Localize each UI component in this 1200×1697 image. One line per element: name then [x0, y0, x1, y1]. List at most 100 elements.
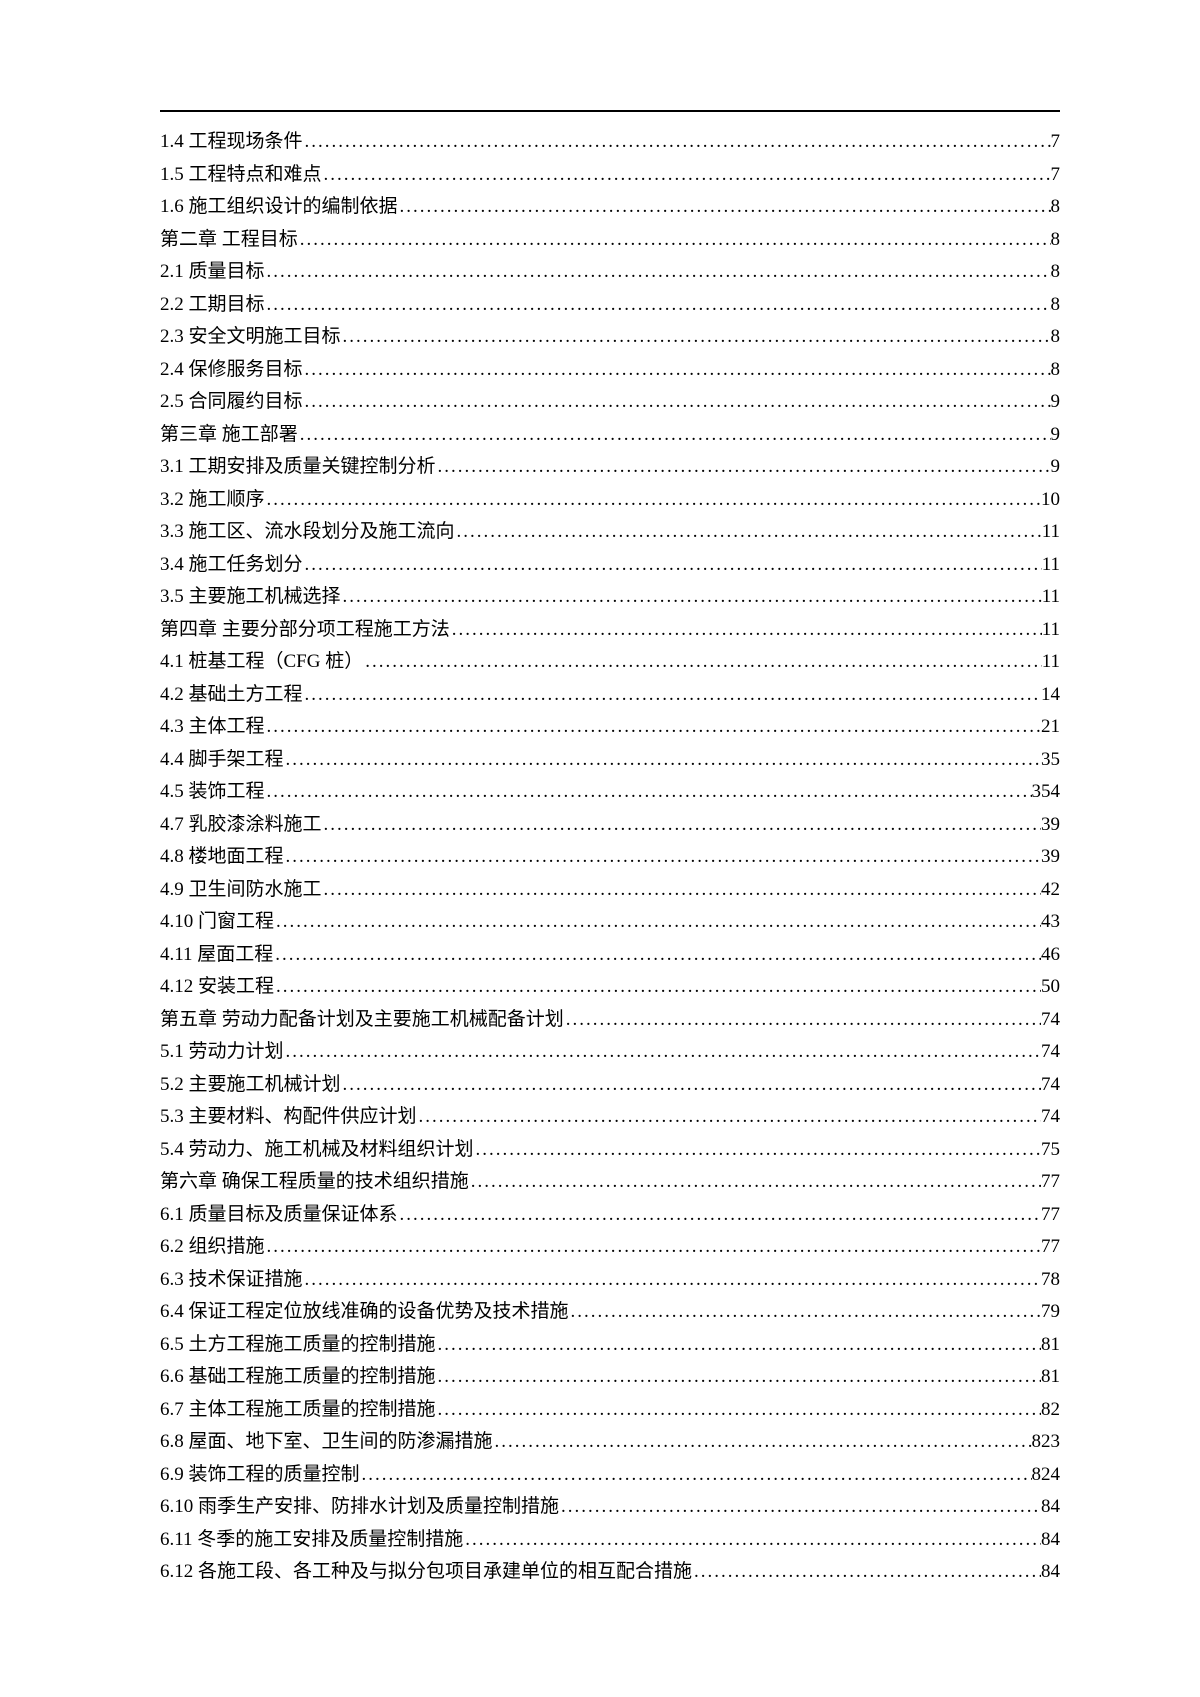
toc-entry-label: 6.3 技术保证措施: [160, 1266, 303, 1295]
toc-entry-page: 11: [1042, 616, 1060, 645]
toc-entry: 5.2 主要施工机械计划74: [160, 1071, 1060, 1100]
toc-entry-page: 11: [1042, 648, 1060, 677]
toc-entry-label: 6.10 雨季生产安排、防排水计划及质量控制措施: [160, 1493, 559, 1522]
toc-entry-label: 4.12 安装工程: [160, 973, 274, 1002]
toc-leader-dots: [274, 908, 1041, 937]
toc-entry-label: 6.8 屋面、地下室、卫生间的防渗漏措施: [160, 1428, 493, 1457]
toc-entry-label: 6.4 保证工程定位放线准确的设备优势及技术措施: [160, 1298, 569, 1327]
toc-entry-page: 84: [1041, 1526, 1060, 1555]
toc-entry: 4.4 脚手架工程35: [160, 746, 1060, 775]
toc-entry-label: 4.7 乳胶漆涂料施工: [160, 811, 322, 840]
toc-entry-label: 5.3 主要材料、构配件供应计划: [160, 1103, 417, 1132]
toc-leader-dots: [463, 1526, 1041, 1555]
toc-entry-page: 78: [1041, 1266, 1060, 1295]
toc-entry: 6.2 组织措施77: [160, 1233, 1060, 1262]
toc-entry-page: 8: [1051, 323, 1061, 352]
document-page: 1.4 工程现场条件71.5 工程特点和难点71.6 施工组织设计的编制依据8第…: [0, 0, 1200, 1651]
toc-entry-page: 14: [1041, 681, 1060, 710]
toc-leader-dots: [298, 421, 1051, 450]
toc-entry-page: 21: [1041, 713, 1060, 742]
toc-entry: 6.10 雨季生产安排、防排水计划及质量控制措施 84: [160, 1493, 1060, 1522]
toc-leader-dots: [436, 1331, 1041, 1360]
toc-entry-label: 6.11 冬季的施工安排及质量控制措施: [160, 1526, 463, 1555]
toc-entry-page: 823: [1032, 1428, 1061, 1457]
toc-entry-page: 77: [1041, 1168, 1060, 1197]
toc-leader-dots: [322, 811, 1041, 840]
toc-leader-dots: [322, 161, 1051, 190]
toc-entry: 6.12 各施工段、各工种及与拟分包项目承建单位的相互配合措施 84: [160, 1558, 1060, 1587]
toc-entry: 4.2 基础土方工程14: [160, 681, 1060, 710]
toc-entry: 3.3 施工区、流水段划分及施工流向11: [160, 518, 1060, 547]
toc-leader-dots: [303, 356, 1051, 385]
toc-leader-dots: [474, 1136, 1041, 1165]
toc-entry: 2.5 合同履约目标 9: [160, 388, 1060, 417]
toc-entry: 5.4 劳动力、施工机械及材料组织计划75: [160, 1136, 1060, 1165]
toc-entry-page: 9: [1051, 453, 1061, 482]
toc-entry-page: 74: [1041, 1038, 1060, 1067]
toc-leader-dots: [363, 648, 1041, 677]
toc-entry-label: 2.1 质量目标: [160, 258, 265, 287]
toc-entry-label: 第五章 劳动力配备计划及主要施工机械配备计划: [160, 1006, 564, 1035]
toc-leader-dots: [298, 226, 1051, 255]
toc-entry-label: 6.9 装饰工程的质量控制: [160, 1461, 360, 1490]
toc-entry: 4.9 卫生间防水施工42: [160, 876, 1060, 905]
toc-entry-page: 7: [1051, 161, 1061, 190]
toc-entry: 5.3 主要材料、构配件供应计划74: [160, 1103, 1060, 1132]
toc-entry-label: 2.5 合同履约目标: [160, 388, 303, 417]
toc-entry-page: 39: [1041, 811, 1060, 840]
toc-leader-dots: [569, 1298, 1041, 1327]
toc-entry-page: 9: [1051, 388, 1061, 417]
toc-entry-label: 6.7 主体工程施工质量的控制措施: [160, 1396, 436, 1425]
toc-entry: 第四章 主要分部分项工程施工方法11: [160, 616, 1060, 645]
toc-leader-dots: [284, 746, 1041, 775]
toc-entry-page: 74: [1041, 1071, 1060, 1100]
toc-entry-page: 84: [1041, 1558, 1060, 1587]
toc-entry-label: 1.5 工程特点和难点: [160, 161, 322, 190]
toc-entry-page: 43: [1041, 908, 1060, 937]
toc-entry: 第三章 施工部署9: [160, 421, 1060, 450]
toc-leader-dots: [265, 258, 1051, 287]
toc-entry: 3.2 施工顺序10: [160, 486, 1060, 515]
toc-entry-page: 9: [1051, 421, 1061, 450]
toc-entry: 第五章 劳动力配备计划及主要施工机械配备计划 74: [160, 1006, 1060, 1035]
toc-entry-page: 8: [1051, 193, 1061, 222]
toc-entry: 2.2 工期目标 8: [160, 291, 1060, 320]
toc-entry-label: 3.4 施工任务划分: [160, 551, 303, 580]
toc-entry-page: 79: [1041, 1298, 1060, 1327]
toc-entry: 6.1 质量目标及质量保证体系77: [160, 1201, 1060, 1230]
toc-leader-dots: [284, 1038, 1041, 1067]
toc-entry: 3.5 主要施工机械选择11: [160, 583, 1060, 612]
toc-entry-page: 39: [1041, 843, 1060, 872]
toc-entry: 2.4 保修服务目标8: [160, 356, 1060, 385]
toc-leader-dots: [303, 551, 1042, 580]
toc-entry: 第六章 确保工程质量的技术组织措施77: [160, 1168, 1060, 1197]
toc-entry-page: 84: [1041, 1493, 1060, 1522]
toc-entry-page: 77: [1041, 1233, 1060, 1262]
toc-entry: 6.5 土方工程施工质量的控制措施81: [160, 1331, 1060, 1360]
toc-entry-label: 4.5 装饰工程: [160, 778, 265, 807]
toc-leader-dots: [265, 713, 1041, 742]
toc-entry-label: 1.4 工程现场条件: [160, 128, 303, 157]
toc-entry: 6.9 装饰工程的质量控制824: [160, 1461, 1060, 1490]
toc-entry: 6.8 屋面、地下室、卫生间的防渗漏措施 823: [160, 1428, 1060, 1457]
toc-entry-label: 3.3 施工区、流水段划分及施工流向: [160, 518, 455, 547]
toc-entry-label: 6.5 土方工程施工质量的控制措施: [160, 1331, 436, 1360]
toc-entry-label: 6.12 各施工段、各工种及与拟分包项目承建单位的相互配合措施: [160, 1558, 692, 1587]
toc-leader-dots: [303, 681, 1041, 710]
toc-entry: 6.3 技术保证措施 78: [160, 1266, 1060, 1295]
toc-entry-label: 2.2 工期目标: [160, 291, 265, 320]
toc-entry-page: 8: [1051, 291, 1061, 320]
toc-entry-page: 75: [1041, 1136, 1060, 1165]
toc-entry-label: 4.8 楼地面工程: [160, 843, 284, 872]
toc-leader-dots: [436, 1363, 1041, 1392]
toc-leader-dots: [493, 1428, 1032, 1457]
toc-leader-dots: [303, 1266, 1041, 1295]
toc-leader-dots: [398, 1201, 1041, 1230]
toc-entry: 5.1 劳动力计划 74: [160, 1038, 1060, 1067]
toc-leader-dots: [273, 941, 1041, 970]
toc-entry-label: 6.6 基础工程施工质量的控制措施: [160, 1363, 436, 1392]
toc-entry-page: 74: [1041, 1006, 1060, 1035]
toc-leader-dots: [455, 518, 1042, 547]
toc-entry: 2.1 质量目标8: [160, 258, 1060, 287]
toc-leader-dots: [265, 1233, 1041, 1262]
